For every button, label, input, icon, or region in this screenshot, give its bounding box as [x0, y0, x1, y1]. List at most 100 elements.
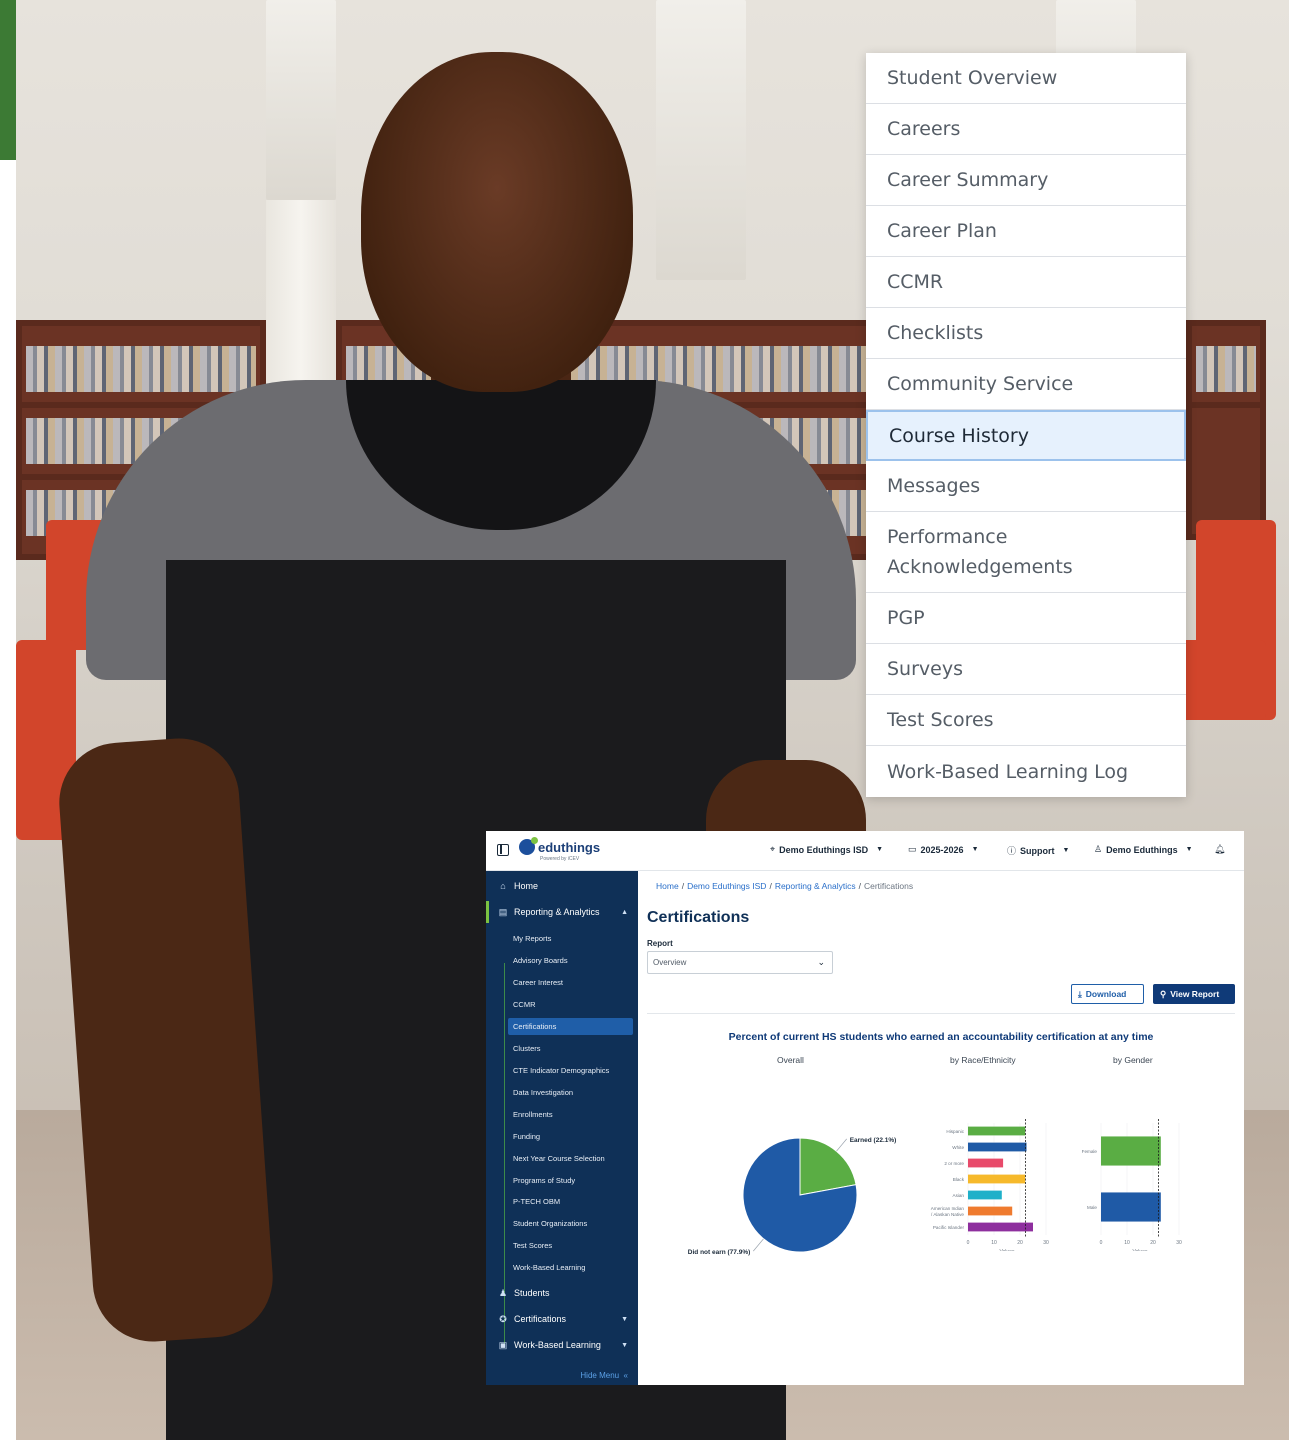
download-label: Download [1085, 989, 1127, 999]
eduthings-logo[interactable]: eduthings Powered by iCEV [519, 837, 601, 862]
bell-icon: 🔔︎ [1214, 844, 1226, 854]
sidebar-item-certifications[interactable]: ✪ Certifications ▼ [486, 1308, 638, 1330]
x-axis-label: Values [1000, 1249, 1015, 1251]
sidebar-subitem-funding[interactable]: Funding [508, 1128, 633, 1145]
x-tick-label: 30 [1043, 1240, 1049, 1246]
page-title: Certifications [647, 909, 750, 926]
x-tick-label: 10 [1124, 1240, 1130, 1246]
menu-item-performance-acknowledgements[interactable]: Performance Acknowledgements [866, 512, 1186, 593]
sidebar-subitem-p-tech-obm[interactable]: P-TECH OBM [508, 1193, 633, 1210]
sidebar-subitem-next-year-course-selection[interactable]: Next Year Course Selection [508, 1150, 633, 1167]
location-pin-icon: ⌖ [770, 844, 776, 854]
sidebar-item-label: Home [514, 881, 539, 891]
pie-slice-label: Did not earn (77.9%) [688, 1249, 750, 1256]
year-selector[interactable]: ▭ 2025-2026 ▼ [908, 844, 979, 855]
view-report-label: View Report [1170, 989, 1220, 999]
chevron-down-icon: ▼ [621, 1341, 628, 1349]
bar [968, 1222, 1033, 1232]
support-menu[interactable]: ⓘ Support ▼ [1007, 844, 1069, 857]
notifications-button[interactable]: 🔔︎ [1214, 844, 1225, 855]
sidebar-subitem-programs-of-study[interactable]: Programs of Study [508, 1172, 633, 1189]
category-label: Female [1082, 1149, 1098, 1154]
caret-down-icon: ▼ [876, 846, 884, 853]
view-report-button[interactable]: ⚲ View Report [1153, 984, 1235, 1004]
menu-item-community-service[interactable]: Community Service [866, 359, 1186, 410]
x-tick-label: 20 [1017, 1240, 1023, 1246]
menu-item-careers[interactable]: Careers [866, 104, 1186, 155]
sidebar-item-label: Reporting & Analytics [514, 907, 600, 917]
logo-wordmark: eduthings [538, 839, 601, 855]
sidebar-subitem-advisory-boards[interactable]: Advisory Boards [508, 952, 633, 969]
sidebar-subitem-cte-indicator-demographics[interactable]: CTE Indicator Demographics [508, 1062, 633, 1079]
panel-toggle-icon[interactable] [497, 844, 509, 856]
breadcrumb-section[interactable]: Reporting & Analytics [775, 881, 856, 891]
x-tick-label: 0 [1100, 1240, 1103, 1246]
menu-item-test-scores[interactable]: Test Scores [866, 695, 1186, 746]
x-tick-label: 30 [1176, 1240, 1182, 1246]
bar [968, 1190, 1002, 1200]
category-label: Black [953, 1177, 965, 1182]
sidebar-subitem-test-scores[interactable]: Test Scores [508, 1237, 633, 1254]
menu-item-career-plan[interactable]: Career Plan [866, 206, 1186, 257]
caret-down-icon: ▼ [971, 846, 979, 853]
chart-icon: ▤ [498, 906, 508, 917]
app-window: eduthings Powered by iCEV ⌖ Demo Eduthin… [486, 831, 1244, 1385]
search-icon: ⚲ [1160, 988, 1167, 999]
sidebar-item-label: Certifications [514, 1314, 567, 1324]
caret-down-icon: ▼ [1062, 847, 1070, 854]
menu-item-ccmr[interactable]: CCMR [866, 257, 1186, 308]
category-label: / Alaskan Native [931, 1212, 964, 1217]
sidebar-subitem-enrollments[interactable]: Enrollments [508, 1106, 633, 1123]
district-selector[interactable]: ⌖ Demo Eduthings ISD ▼ [770, 844, 883, 855]
sidebar-subitem-data-investigation[interactable]: Data Investigation [508, 1084, 633, 1101]
chart-title: Percent of current HS students who earne… [728, 1031, 1154, 1043]
menu-item-course-history[interactable]: Course History [866, 410, 1186, 461]
chevron-down-icon: ⌄ [817, 957, 825, 967]
sidebar-item-home[interactable]: ⌂ Home [486, 875, 638, 897]
help-circle-icon: ⓘ [1007, 846, 1017, 856]
report-select[interactable]: Overview ⌄ [647, 951, 833, 974]
sidebar-subitem-clusters[interactable]: Clusters [508, 1040, 633, 1057]
sidebar-item-reporting-analytics[interactable]: ▤ Reporting & Analytics ▲ [486, 901, 638, 923]
bar [1101, 1136, 1161, 1166]
menu-item-student-overview[interactable]: Student Overview [866, 53, 1186, 104]
caret-down-icon: ▼ [1185, 846, 1193, 853]
user-menu[interactable]: ♙ Demo Eduthings ▼ [1094, 844, 1193, 855]
report-label: Report [647, 939, 673, 948]
double-chevron-left-icon: « [621, 1371, 628, 1380]
breadcrumb-home[interactable]: Home [656, 881, 679, 891]
report-select-value: Overview [653, 958, 687, 967]
gender-chart-subtitle: by Gender [1113, 1055, 1153, 1065]
hide-menu-label: Hide Menu [580, 1371, 620, 1380]
menu-item-surveys[interactable]: Surveys [866, 644, 1186, 695]
x-axis-label: Values [1133, 1249, 1148, 1251]
briefcase-icon: ▣ [498, 1339, 508, 1350]
calendar-icon: ▭ [908, 844, 917, 854]
sidebar-subitem-work-based-learning[interactable]: Work-Based Learning [508, 1259, 633, 1276]
home-icon: ⌂ [500, 881, 506, 891]
logo-mark-icon [519, 837, 538, 855]
chevron-down-icon: ▼ [621, 1315, 628, 1323]
sidebar-subitem-student-organizations[interactable]: Student Organizations [508, 1215, 633, 1232]
menu-item-work-based-learning-log[interactable]: Work-Based Learning Log [866, 746, 1186, 797]
menu-item-messages[interactable]: Messages [866, 461, 1186, 512]
breadcrumb-district[interactable]: Demo Eduthings ISD [687, 881, 766, 891]
pie-slice-label: Earned (22.1%) [850, 1137, 897, 1144]
year-label: 2025-2026 [920, 844, 964, 855]
logo-tagline: Powered by iCEV [540, 856, 580, 862]
menu-item-pgp[interactable]: PGP [866, 593, 1186, 644]
chevron-up-icon: ▲ [621, 908, 628, 916]
menu-item-checklists[interactable]: Checklists [866, 308, 1186, 359]
category-label: American Indian [931, 1206, 965, 1211]
bar [968, 1174, 1026, 1184]
sidebar-subitem-my-reports[interactable]: My Reports [508, 930, 633, 947]
menu-item-career-summary[interactable]: Career Summary [866, 155, 1186, 206]
badge-icon: ✪ [499, 1313, 507, 1324]
sidebar-item-students[interactable]: ♟ Students [486, 1282, 638, 1304]
sidebar-subitem-ccmr[interactable]: CCMR [508, 996, 633, 1013]
sidebar-item-work-based-learning[interactable]: ▣ Work-Based Learning ▼ [486, 1334, 638, 1356]
sidebar-subitem-certifications[interactable]: Certifications [508, 1018, 633, 1035]
sidebar-subitem-career-interest[interactable]: Career Interest [508, 974, 633, 991]
download-button[interactable]: ⤓ Download [1071, 984, 1144, 1004]
hide-menu-button[interactable]: Hide Menu « [580, 1371, 628, 1380]
